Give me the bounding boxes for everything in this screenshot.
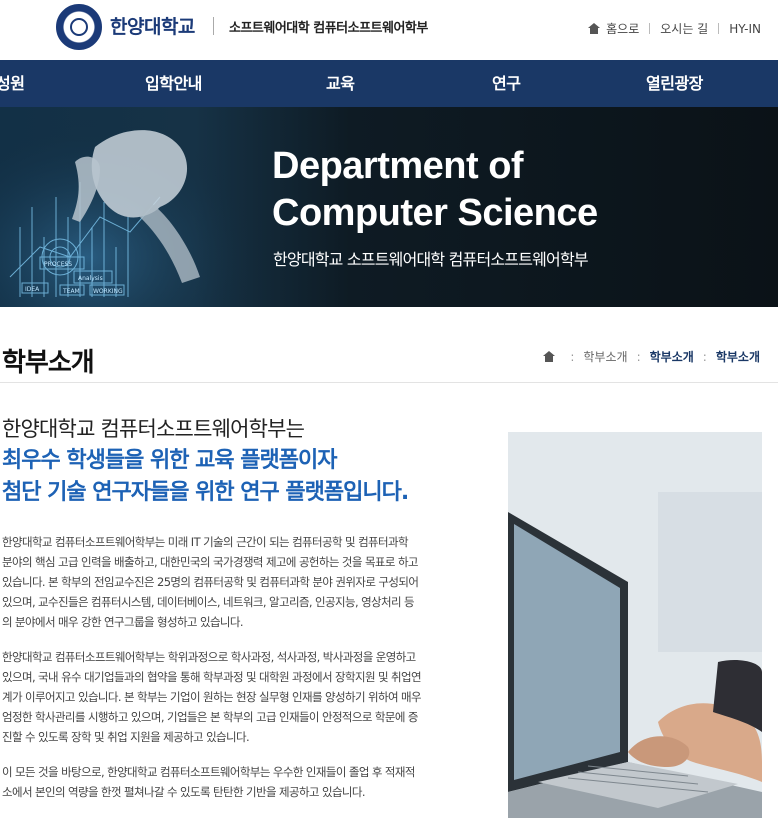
util-divider	[649, 23, 651, 34]
laptop-photo-graphic	[508, 432, 762, 818]
intro-highlight-line1: 최우수 학생들을 위한 교육 플랫폼이자	[2, 448, 337, 473]
art-word-process: PROCESS	[44, 261, 72, 268]
department-name[interactable]: 소프트웨어대학 컴퓨터소프트웨어학부	[229, 17, 428, 36]
nav-item-education[interactable]: 교육	[326, 60, 355, 107]
intro-heading: 한양대학교 컴퓨터소프트웨어학부는	[2, 417, 305, 441]
paragraph-line: 소에서 본인의 역량을 한껏 펼쳐나갈 수 있도록 탄탄한 기반을 제공하고 있…	[2, 785, 366, 799]
util-link-directions[interactable]: 오시는 길	[660, 20, 708, 37]
art-word-analysis: Analysis	[78, 275, 103, 282]
intro-paragraph-3: 이 모든 것을 바탕으로, 한양대학교 컴퓨터소프트웨어학부는 우수한 인재들이…	[2, 762, 482, 802]
hero-hand-graphic: PROCESS Analysis IDEA TEAM WORKING	[0, 107, 250, 307]
breadcrumb-item-current: 학부소개	[715, 350, 760, 364]
home-icon[interactable]	[588, 23, 601, 34]
util-link-hyin[interactable]: HY-IN	[729, 22, 761, 36]
nav-item-research[interactable]: 연구	[492, 60, 521, 107]
breadcrumb: : 학부소개 : 학부소개 : 학부소개	[543, 348, 760, 365]
title-divider	[0, 382, 778, 383]
seal-inner-ring	[70, 18, 88, 36]
breadcrumb-separator: :	[702, 349, 707, 364]
breadcrumb-item-1[interactable]: 학부소개	[583, 348, 627, 365]
hero-title-line1: Department of	[272, 145, 524, 187]
paragraph-line: 계가 이루어지고 있습니다. 본 학부는 기업이 원하는 현장 실무형 인재를 …	[2, 690, 422, 704]
hero-title-line2: Computer Science	[272, 192, 598, 234]
university-seal-icon[interactable]	[56, 4, 102, 50]
nav-item-community[interactable]: 열린광장	[646, 60, 703, 107]
intro-highlight: 최우수 학생들을 위한 교육 플랫폼이자 첨단 기술 연구자들을 위한 연구 플…	[2, 445, 409, 509]
laptop-photo	[508, 432, 762, 818]
art-word-working: WORKING	[93, 288, 123, 295]
nav-item-members[interactable]: 성원	[0, 60, 25, 107]
paragraph-line: 있으며, 국내 유수 대기업들과의 협약을 통해 학부과정 및 대학원 과정에서…	[2, 670, 422, 684]
breadcrumb-separator: :	[570, 349, 575, 364]
paragraph-line: 한양대학교 컴퓨터소프트웨어학부는 학위과정으로 학사과정, 석사과정, 박사과…	[2, 650, 416, 664]
paragraph-line: 있으며, 교수진들은 컴퓨터시스템, 데이터베이스, 네트워크, 알고리즘, 인…	[2, 595, 415, 609]
paragraph-line: 있습니다. 본 학부의 전임교수진은 25명의 컴퓨터공학 및 컴퓨터과학 분야…	[2, 575, 419, 589]
utility-links: 홈으로 오시는 길 HY-IN	[588, 20, 761, 37]
breadcrumb-home-icon[interactable]	[543, 351, 556, 362]
art-word-idea: IDEA	[25, 286, 40, 293]
paragraph-line: 이 모든 것을 바탕으로, 한양대학교 컴퓨터소프트웨어학부는 우수한 인재들이…	[2, 765, 415, 779]
intro-paragraph-1: 한양대학교 컴퓨터소프트웨어학부는 미래 IT 기술의 근간이 되는 컴퓨터공학…	[2, 532, 482, 632]
page-title: 학부소개	[2, 348, 95, 378]
art-word-team: TEAM	[62, 288, 80, 295]
paragraph-line: 분야의 핵심 고급 인력을 배출하고, 대한민국의 국가경쟁력 제고에 공헌하는…	[2, 555, 419, 569]
hero-title: Department of Computer Science	[272, 143, 598, 237]
site-header: 한양대학교 소프트웨어대학 컴퓨터소프트웨어학부 홈으로 오시는 길 HY-IN	[0, 0, 778, 60]
intro-highlight-line2: 첨단 기술 연구자들을 위한 연구 플랫폼입니다.	[2, 480, 409, 505]
paragraph-line: 엄정한 학사관리를 시행하고 있으며, 기업들은 본 학부의 고급 인재들이 안…	[2, 710, 419, 724]
paragraph-line: 진할 수 있도록 장학 및 취업 지원을 제공하고 있습니다.	[2, 730, 250, 744]
university-logo-text[interactable]: 한양대학교	[110, 12, 195, 39]
paragraph-line: 의 분야에서 매우 강한 연구그룹을 형성하고 있습니다.	[2, 615, 244, 629]
breadcrumb-separator: :	[636, 349, 641, 364]
hero-subtitle: 한양대학교 소프트웨어대학 컴퓨터소프트웨어학부	[273, 250, 589, 269]
util-link-home[interactable]: 홈으로	[606, 20, 639, 37]
hero-banner: PROCESS Analysis IDEA TEAM WORKING Depar…	[0, 107, 778, 307]
util-divider	[718, 23, 720, 34]
intro-paragraph-2: 한양대학교 컴퓨터소프트웨어학부는 학위과정으로 학사과정, 석사과정, 박사과…	[2, 647, 482, 747]
paragraph-line: 한양대학교 컴퓨터소프트웨어학부는 미래 IT 기술의 근간이 되는 컴퓨터공학…	[2, 535, 409, 549]
logo-divider	[213, 17, 214, 35]
breadcrumb-item-2[interactable]: 학부소개	[650, 348, 694, 365]
main-nav: 성원 입학안내 교육 연구 열린광장	[0, 60, 778, 107]
nav-item-admission[interactable]: 입학안내	[145, 60, 202, 107]
